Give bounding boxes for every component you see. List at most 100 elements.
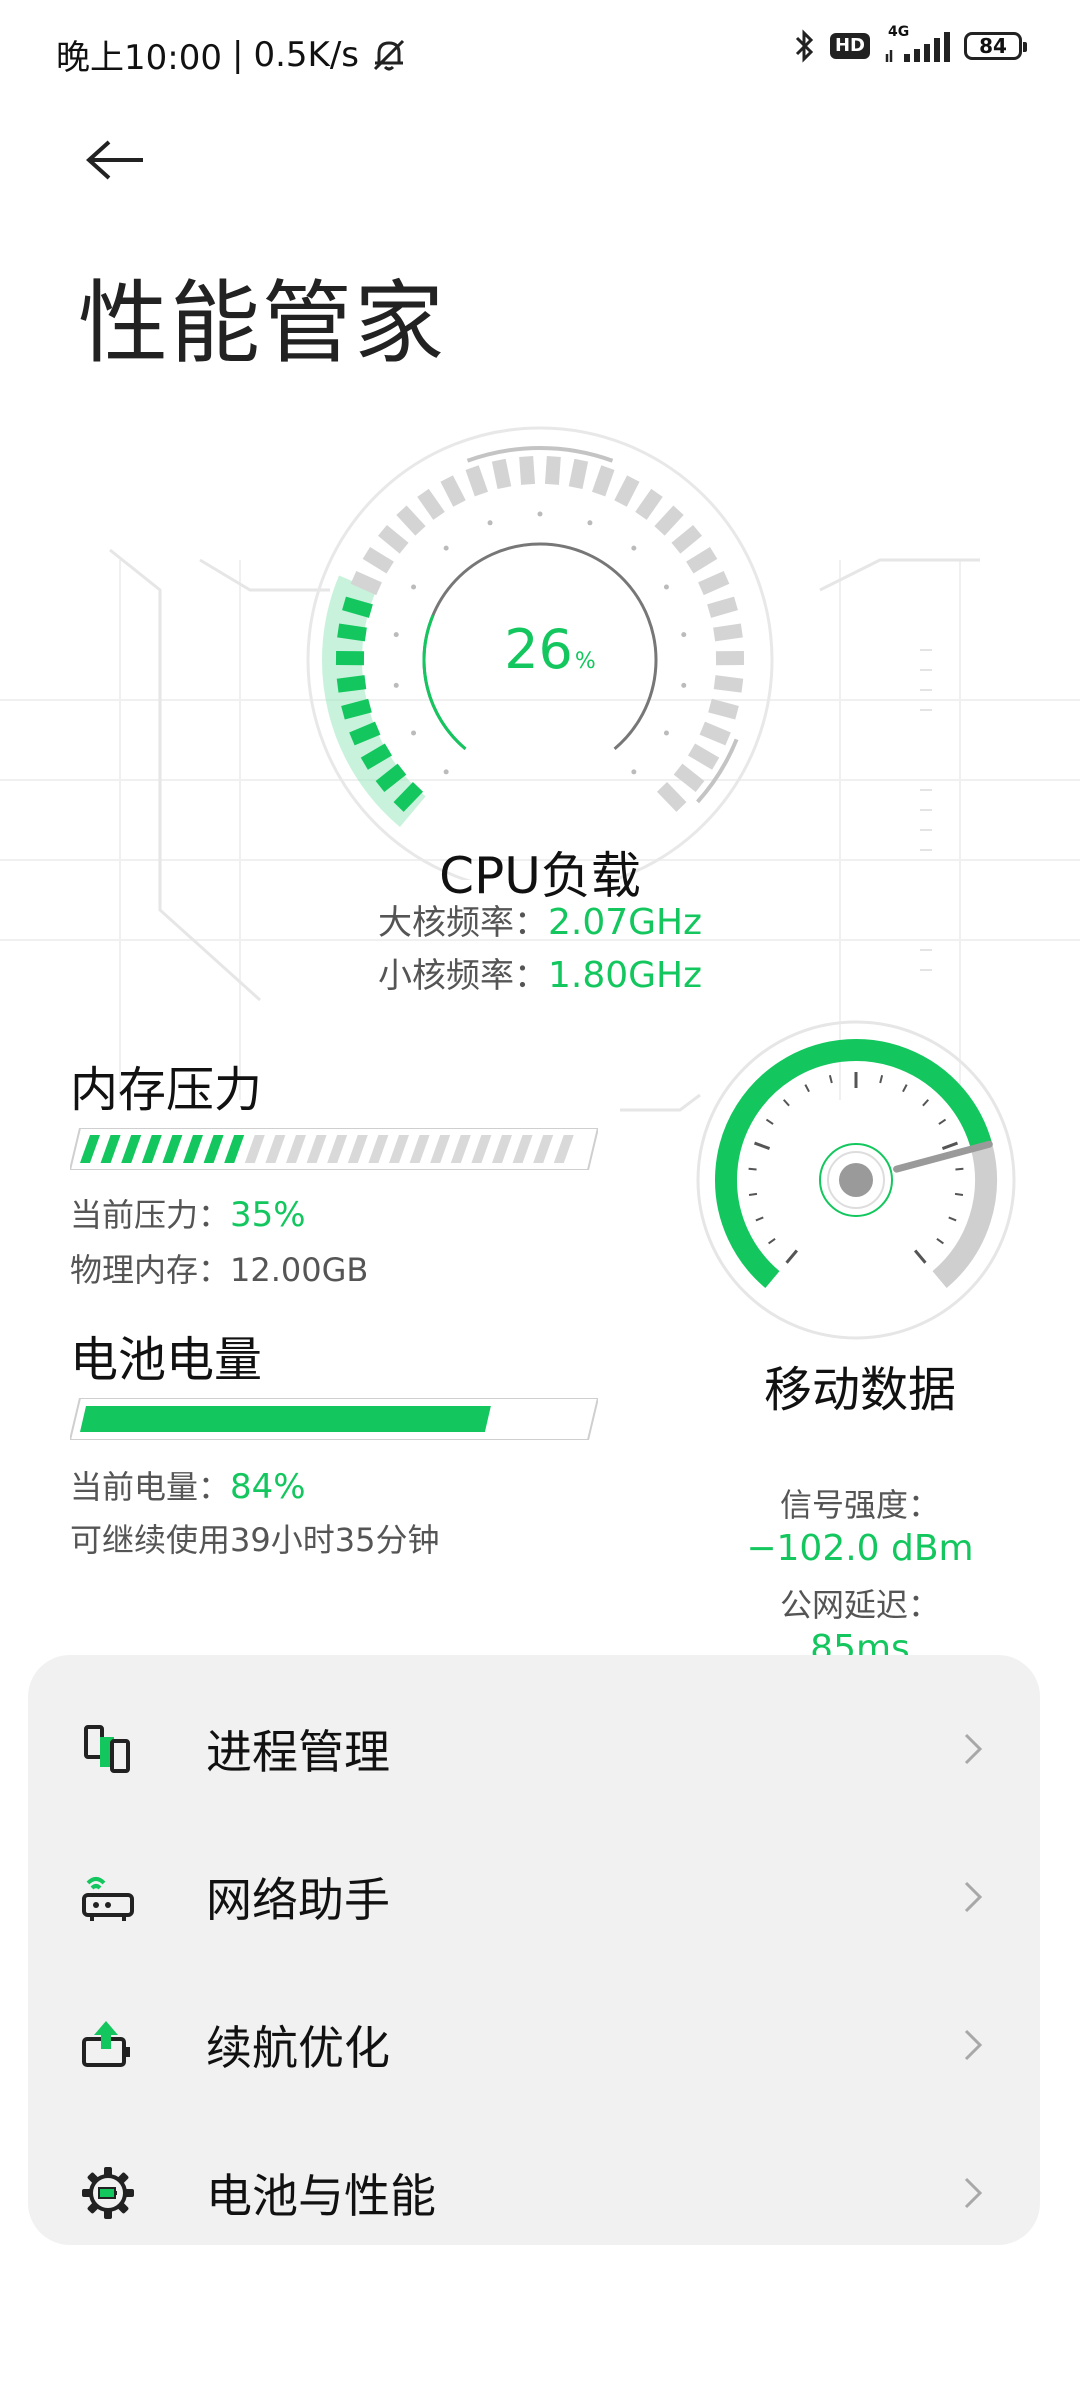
speed-gauge-tick (936, 1237, 944, 1245)
chevron-right-icon (958, 1729, 988, 1769)
speed-gauge-grey-arc (932, 1143, 997, 1289)
memory-pressure-title: 内存压力 (70, 1062, 263, 1118)
mobile-data-title: 移动数据 (763, 1362, 956, 1418)
battery-indicator: 84 (964, 32, 1027, 60)
battery-level-line: 当前电量：84% (70, 1462, 306, 1508)
cpu-gauge-dot (411, 730, 417, 736)
cpu-gauge-dot (663, 730, 669, 736)
cpu-gauge-inner-progress (422, 614, 467, 751)
big-core-value: 2.07GHz (547, 902, 703, 943)
cpu-gauge-segment (362, 546, 394, 574)
cpu-gauge-segment (349, 721, 381, 746)
battery-level-label: 当前电量： (70, 1468, 231, 1506)
cpu-gauge-dot (663, 584, 669, 590)
cpu-gauge-segment (699, 721, 731, 746)
speed-gauge-tick (913, 1249, 927, 1264)
cpu-gauge-dot (587, 520, 593, 526)
cpu-gauge-segment (656, 781, 687, 812)
cpu-load-value: 26% (490, 618, 610, 681)
cpu-gauge-segment (378, 524, 409, 554)
tools-menu-card: 进程管理 网络助手 续航优化 电池与性能 (28, 1655, 1040, 2245)
gear-icon (80, 2165, 136, 2221)
memory-pressure-label: 当前压力： (70, 1196, 231, 1234)
page-title: 性能管家 (78, 271, 446, 376)
speed-gauge-tick (785, 1249, 799, 1264)
cpu-gauge-dot (393, 682, 399, 688)
menu-item-label: 进程管理 (206, 1725, 390, 1779)
cpu-gauge-dot (443, 769, 449, 775)
status-bar-right: HD 4G 84 (792, 24, 1027, 64)
cpu-gauge-segment (519, 455, 536, 485)
speed-gauge-tick (902, 1084, 908, 1093)
cpu-gauge-segment (654, 505, 684, 536)
cpu-gauge-segment (614, 475, 640, 507)
speed-gauge-tick (765, 1118, 774, 1125)
cpu-gauge-segment (440, 475, 466, 507)
speed-gauge-tick (754, 1141, 771, 1150)
router-icon (80, 1869, 136, 1925)
speed-gauge-tick (782, 1099, 790, 1107)
speed-gauge-tick (941, 1141, 958, 1150)
chevron-right-icon (958, 1877, 988, 1917)
cpu-gauge-segment (336, 675, 367, 693)
cpu-load-unit: % (574, 649, 596, 674)
speed-gauge-tick (828, 1074, 833, 1084)
chevron-right-icon (958, 2173, 988, 2213)
cpu-gauge-segment (713, 675, 744, 693)
small-core-frequency: 小核频率：1.80GHz (0, 948, 1080, 997)
signal-strength-label: 信号强度： (779, 1486, 940, 1524)
speed-gauge-tick (954, 1192, 964, 1197)
back-button[interactable] (80, 130, 150, 190)
cpu-gauge-dot (487, 520, 493, 526)
cpu-gauge-dot (631, 769, 637, 775)
menu-item-battery-performance[interactable]: 电池与性能 (28, 2119, 1040, 2267)
speed-gauge-tick (948, 1216, 957, 1222)
cpu-gauge-segment (465, 465, 489, 497)
speed-gauge-tick (938, 1118, 947, 1125)
small-core-value: 1.80GHz (547, 955, 703, 996)
cpu-gauge-segment (568, 458, 589, 490)
speed-gauge-tick (748, 1167, 757, 1171)
cpu-gauge-dot (411, 584, 417, 590)
battery-level-bar (70, 1398, 598, 1440)
cpu-gauge-segment (708, 698, 739, 720)
big-core-label: 大核频率： (377, 903, 548, 943)
speed-gauge-tick (748, 1192, 758, 1197)
menu-item-label: 续航优化 (206, 2021, 390, 2075)
battery-remaining-time: 可继续使用39小时35分钟 (70, 1521, 440, 1559)
menu-item-process-management[interactable]: 进程管理 (28, 1675, 1040, 1823)
speed-gauge-hub-center (839, 1163, 873, 1197)
cpu-gauge-dot (631, 545, 637, 551)
cpu-load-number: 26 (504, 618, 573, 681)
cpu-gauge-segment (591, 465, 615, 497)
battery-boost-icon (80, 2017, 136, 2073)
memory-pressure-bar (70, 1128, 598, 1170)
battery-level-text: 84 (979, 34, 1007, 58)
cpu-gauge-dot (681, 632, 687, 638)
physical-memory-line: 物理内存：12.00GB (70, 1245, 368, 1291)
menu-item-network-assistant[interactable]: 网络助手 (28, 1823, 1040, 1971)
status-bar-left: 晚上10:00 | 0.5K/s (56, 30, 409, 79)
bluetooth-icon (795, 29, 814, 63)
cpu-gauge-segment (635, 488, 663, 520)
speed-gauge-tick (755, 1216, 764, 1222)
cpu-gauge-segment (671, 524, 702, 554)
signal-bars-icon (885, 32, 950, 62)
cpu-gauge-segment (337, 623, 367, 642)
speed-gauge-tick (879, 1074, 884, 1084)
cpu-gauge-segment (342, 596, 373, 618)
menu-item-label: 电池与性能 (206, 2169, 436, 2223)
menu-item-battery-optimization[interactable]: 续航优化 (28, 1971, 1040, 2119)
battery-bar-fill (80, 1406, 491, 1432)
status-net-speed: 0.5K/s (253, 34, 359, 75)
cpu-gauge-dot (537, 511, 543, 517)
cpu-gauge-segment (707, 596, 738, 618)
speed-gauge-tick (922, 1099, 930, 1107)
cpu-gauge-segment (698, 570, 730, 596)
status-time: 晚上10:00 (56, 38, 222, 78)
small-core-label: 小核频率： (377, 956, 548, 996)
signal-indicator: 4G (884, 24, 950, 64)
physical-memory-value: 12.00GB (230, 1251, 369, 1289)
cpu-gauge-segment (491, 458, 512, 490)
mute-bell-icon (373, 39, 405, 70)
